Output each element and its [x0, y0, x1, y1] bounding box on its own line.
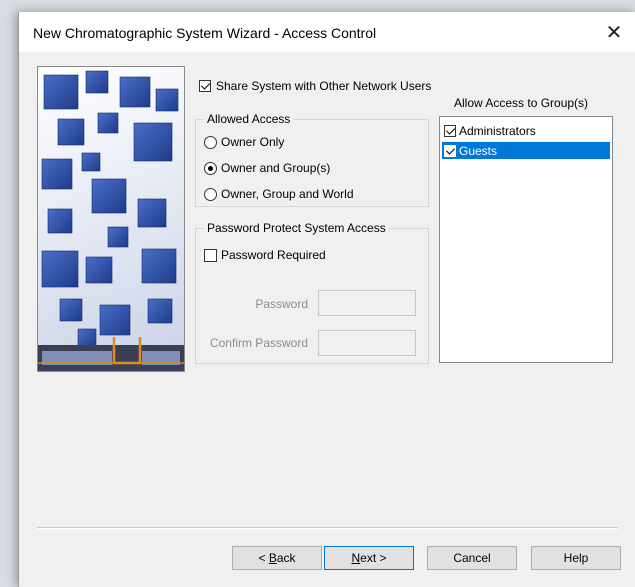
confirm-password-label: Confirm Password — [209, 336, 308, 350]
back-button[interactable]: < Back — [232, 546, 322, 570]
close-button[interactable]: ✕ — [592, 12, 635, 52]
window-title: New Chromatographic System Wizard - Acce… — [33, 25, 377, 41]
share-checkbox-label: Share System with Other Network Users — [216, 79, 432, 93]
group-item-administrators[interactable]: Administrators — [442, 122, 610, 139]
next-button[interactable]: Next > — [324, 546, 414, 570]
footer-separator — [37, 527, 618, 529]
radio-owner-group-world[interactable]: Owner, Group and World — [204, 187, 354, 201]
share-system-checkbox[interactable]: Share System with Other Network Users — [199, 79, 431, 93]
radio-owner-group-world-dot[interactable] — [204, 187, 217, 201]
back-button-rest: ack — [276, 551, 296, 565]
confirm-password-field[interactable] — [318, 330, 416, 356]
help-button-label: Help — [563, 551, 589, 565]
groups-listbox[interactable]: Administrators Guests — [439, 116, 613, 363]
password-label: Password — [255, 297, 308, 311]
group-item-guests[interactable]: Guests — [442, 142, 610, 159]
group-administrators-label: Administrators — [459, 123, 536, 138]
next-button-mnemonic: N — [351, 551, 361, 565]
next-button-rest: ext > — [360, 551, 387, 565]
radio-owner-and-groups-label: Owner and Group(s) — [221, 161, 331, 175]
group-guests-checkbox[interactable] — [444, 144, 456, 157]
radio-owner-group-world-label: Owner, Group and World — [221, 187, 354, 201]
radio-owner-and-groups[interactable]: Owner and Group(s) — [204, 161, 330, 175]
allowed-access-title: Allowed Access — [204, 112, 294, 126]
radio-owner-only-label: Owner Only — [221, 135, 285, 149]
cancel-button[interactable]: Cancel — [427, 546, 517, 570]
allowed-access-group: Allowed Access Owner Only Owner and Grou… — [195, 112, 429, 207]
radio-owner-only[interactable]: Owner Only — [204, 135, 284, 149]
wizard-banner-image — [37, 66, 185, 372]
back-button-prefix: < — [258, 551, 269, 565]
share-checkbox-box[interactable] — [199, 80, 211, 92]
group-administrators-checkbox[interactable] — [444, 124, 456, 137]
cancel-button-label: Cancel — [453, 551, 491, 565]
password-group-title: Password Protect System Access — [204, 221, 389, 235]
password-group: Password Protect System Access Password … — [195, 221, 429, 364]
back-button-mnemonic: B — [268, 551, 277, 565]
password-field[interactable] — [318, 290, 416, 316]
radio-owner-and-groups-dot[interactable] — [204, 161, 217, 175]
help-button[interactable]: Help — [531, 546, 621, 570]
group-guests-label: Guests — [459, 143, 498, 158]
radio-owner-only-dot[interactable] — [204, 135, 217, 149]
password-required-checkbox[interactable]: Password Required — [204, 248, 326, 262]
password-required-label: Password Required — [221, 248, 326, 262]
close-icon: ✕ — [605, 21, 623, 44]
title-bar: New Chromatographic System Wizard - Acce… — [19, 12, 635, 52]
groups-caption: Allow Access to Group(s) — [454, 96, 589, 110]
password-required-box[interactable] — [204, 248, 217, 262]
wizard-dialog: New Chromatographic System Wizard - Acce… — [18, 12, 635, 587]
blue-cubes-icon — [38, 70, 184, 371]
